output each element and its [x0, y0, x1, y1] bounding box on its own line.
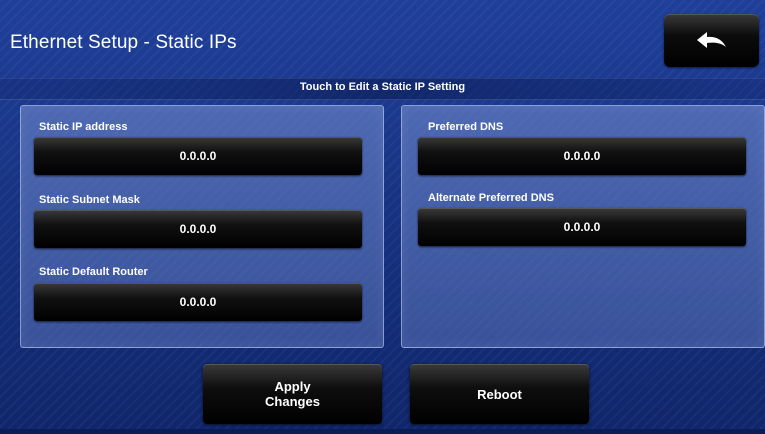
reboot-label: Reboot	[477, 386, 522, 402]
alternate-dns-label: Alternate Preferred DNS	[428, 192, 554, 204]
left-settings-panel: Static IP address 0.0.0.0 Static Subnet …	[20, 105, 384, 348]
static-ip-label: Static IP address	[39, 121, 128, 133]
bottom-bar	[0, 429, 765, 434]
preferred-dns-label: Preferred DNS	[428, 121, 504, 133]
back-arrow-icon	[695, 30, 729, 52]
static-ip-field[interactable]: 0.0.0.0	[34, 137, 362, 175]
back-button[interactable]	[664, 14, 759, 67]
apply-label-line2: Changes	[265, 394, 320, 409]
static-default-router-label: Static Default Router	[39, 266, 148, 278]
static-subnet-mask-label: Static Subnet Mask	[39, 194, 140, 206]
static-subnet-mask-field[interactable]: 0.0.0.0	[34, 210, 362, 248]
alternate-dns-field[interactable]: 0.0.0.0	[418, 208, 746, 246]
static-default-router-field[interactable]: 0.0.0.0	[34, 283, 362, 321]
right-settings-panel: Preferred DNS 0.0.0.0 Alternate Preferre…	[401, 105, 765, 348]
ethernet-setup-screen: Ethernet Setup - Static IPs Touch to Edi…	[0, 0, 765, 434]
preferred-dns-field[interactable]: 0.0.0.0	[418, 137, 746, 175]
apply-label-line1: Apply	[274, 379, 311, 394]
page-title: Ethernet Setup - Static IPs	[10, 32, 237, 53]
apply-changes-button[interactable]: Apply Changes	[203, 364, 382, 424]
instruction-text: Touch to Edit a Static IP Setting	[299, 81, 466, 93]
reboot-button[interactable]: Reboot	[410, 364, 589, 424]
